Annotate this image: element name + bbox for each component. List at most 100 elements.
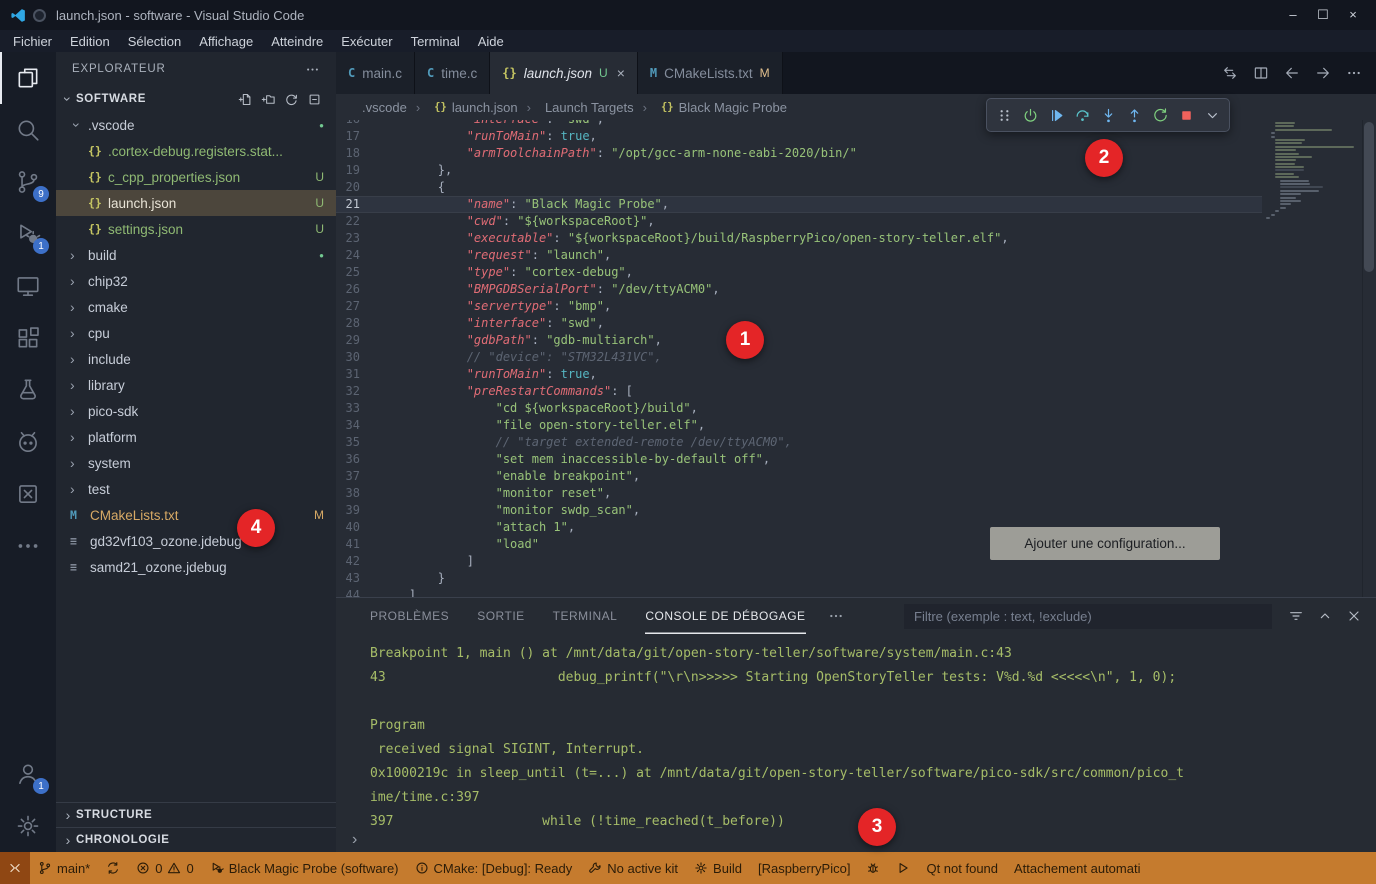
code-line[interactable]: 22 "cwd": "${workspaceRoot}", [336, 213, 1262, 230]
code-line[interactable]: 26 "BMPGDBSerialPort": "/dev/ttyACM0", [336, 281, 1262, 298]
scrollbar-thumb[interactable] [1364, 122, 1374, 272]
code-line[interactable]: 43 } [336, 570, 1262, 587]
code-line[interactable]: 24 "request": "launch", [336, 247, 1262, 264]
chevron-down-icon[interactable] [1200, 103, 1224, 127]
code-line[interactable]: 33 "cd ${workspaceRoot}/build", [336, 400, 1262, 417]
package-x-icon[interactable] [0, 468, 56, 520]
split-editor-icon[interactable] [1253, 65, 1269, 81]
remote-indicator[interactable] [0, 852, 30, 884]
settings-gear-icon[interactable] [0, 800, 56, 852]
cmake-status[interactable]: CMake: [Debug]: Ready [407, 852, 581, 884]
breadcrumb-item[interactable]: {}launch.json [407, 100, 518, 115]
panel-tab[interactable]: TERMINAL [553, 598, 618, 634]
section-software[interactable]: › SOFTWARE [56, 86, 336, 112]
sidebar-section-header[interactable]: ›CHRONOLOGIE [56, 827, 336, 852]
debug-target-button[interactable] [858, 852, 888, 884]
qt-status[interactable]: Qt not found [918, 852, 1006, 884]
stop-icon[interactable] [1174, 103, 1198, 127]
menu-item[interactable]: Edition [61, 34, 119, 49]
tree-item[interactable]: ›.vscode [56, 112, 336, 138]
close-panel-icon[interactable] [1346, 608, 1362, 624]
editor-tab[interactable]: Ctime.c [415, 52, 490, 94]
forward-icon[interactable] [1315, 65, 1331, 81]
continue-icon[interactable] [1044, 103, 1068, 127]
build-target[interactable]: [RaspberryPico] [750, 852, 858, 884]
step-over-icon[interactable] [1070, 103, 1094, 127]
launch-target-button[interactable] [888, 852, 918, 884]
attach-status[interactable]: Attachement automati [1006, 852, 1148, 884]
panel-tab[interactable]: CONSOLE DE DÉBOGAGE [645, 598, 805, 634]
collapse-all-icon[interactable] [307, 92, 322, 107]
code-line[interactable]: 27 "servertype": "bmp", [336, 298, 1262, 315]
chevron-up-icon[interactable] [1317, 608, 1333, 624]
debug-config-status[interactable]: Black Magic Probe (software) [202, 852, 407, 884]
testing-flask-icon[interactable] [0, 364, 56, 416]
minimize-button[interactable]: – [1278, 7, 1308, 23]
breadcrumb-item[interactable]: .vscode [362, 100, 407, 115]
restart-icon[interactable] [1148, 103, 1172, 127]
panel-more-icon[interactable] [828, 608, 844, 624]
tree-item[interactable]: {}launch.jsonU [56, 190, 336, 216]
step-into-icon[interactable] [1096, 103, 1120, 127]
code-line[interactable]: 30 // "device": "STM32L431VC", [336, 349, 1262, 366]
tree-item[interactable]: ›include [56, 346, 336, 372]
code-line[interactable]: 34 "file open-story-teller.elf", [336, 417, 1262, 434]
tree-item[interactable]: ≡gd32vf103_ozone.jdebug [56, 528, 336, 554]
tree-item[interactable]: ›pico-sdk [56, 398, 336, 424]
panel-tab[interactable]: SORTIE [477, 598, 524, 634]
code-line[interactable]: 29 "gdbPath": "gdb-multiarch", [336, 332, 1262, 349]
close-button[interactable]: × [1338, 7, 1368, 23]
close-icon[interactable]: × [617, 65, 625, 81]
tree-item[interactable]: ›system [56, 450, 336, 476]
refresh-icon[interactable] [284, 92, 299, 107]
code-line[interactable]: 23 "executable": "${workspaceRoot}/build… [336, 230, 1262, 247]
tree-item[interactable]: ›test [56, 476, 336, 502]
new-file-icon[interactable] [238, 92, 253, 107]
source-control-icon[interactable]: 9 [0, 156, 56, 208]
tree-item[interactable]: ›cpu [56, 320, 336, 346]
editor-tab[interactable]: MCMakeLists.txtM [638, 52, 783, 94]
code-line[interactable]: 32 "preRestartCommands": [ [336, 383, 1262, 400]
code-line[interactable]: 38 "monitor reset", [336, 485, 1262, 502]
step-out-icon[interactable] [1122, 103, 1146, 127]
panel-tab[interactable]: PROBLÈMES [370, 598, 449, 634]
code-line[interactable]: 35 // "target extended-remote /dev/ttyAC… [336, 434, 1262, 451]
tree-item[interactable]: {}settings.jsonU [56, 216, 336, 242]
remote-explorer-icon[interactable] [0, 260, 56, 312]
breadcrumb-item[interactable]: Launch Targets [518, 100, 634, 115]
back-icon[interactable] [1284, 65, 1300, 81]
code-line[interactable]: 39 "monitor swdp_scan", [336, 502, 1262, 519]
minimap[interactable] [1262, 122, 1362, 220]
kit-status[interactable]: No active kit [580, 852, 686, 884]
platformio-icon[interactable] [0, 416, 56, 468]
code-line[interactable]: 28 "interface": "swd", [336, 315, 1262, 332]
power-icon[interactable] [1018, 103, 1042, 127]
code-line[interactable]: 25 "type": "cortex-debug", [336, 264, 1262, 281]
sidebar-section-header[interactable]: ›STRUCTURE [56, 802, 336, 827]
menu-item[interactable]: Fichier [4, 34, 61, 49]
filter-lines-icon[interactable] [1288, 608, 1304, 624]
more-tools-icon[interactable] [0, 520, 56, 572]
code-line[interactable]: 37 "enable breakpoint", [336, 468, 1262, 485]
tree-item[interactable]: ›build [56, 242, 336, 268]
code-line[interactable]: 36 "set mem inaccessible-by-default off"… [336, 451, 1262, 468]
tree-item[interactable]: {}c_cpp_properties.jsonU [56, 164, 336, 190]
build-button[interactable]: Build [686, 852, 750, 884]
tree-item[interactable]: {}.cortex-debug.registers.stat... [56, 138, 336, 164]
tree-item[interactable]: ›platform [56, 424, 336, 450]
sync-button[interactable] [98, 852, 128, 884]
more-actions-icon[interactable] [1346, 65, 1362, 81]
code-line[interactable]: 20 { [336, 179, 1262, 196]
extensions-icon[interactable] [0, 312, 56, 364]
maximize-button[interactable]: ☐ [1308, 7, 1338, 23]
explorer-icon[interactable] [0, 52, 56, 104]
add-configuration-button[interactable]: Ajouter une configuration... [990, 527, 1220, 560]
code-line[interactable]: 21 "name": "Black Magic Probe", [336, 196, 1262, 213]
new-folder-icon[interactable] [261, 92, 276, 107]
code-line[interactable]: 18 "armToolchainPath": "/opt/gcc-arm-non… [336, 145, 1262, 162]
menu-item[interactable]: Terminal [402, 34, 469, 49]
account-icon[interactable]: 1 [0, 748, 56, 800]
tree-item[interactable]: ›cmake [56, 294, 336, 320]
search-icon[interactable] [0, 104, 56, 156]
code-line[interactable]: 19 }, [336, 162, 1262, 179]
